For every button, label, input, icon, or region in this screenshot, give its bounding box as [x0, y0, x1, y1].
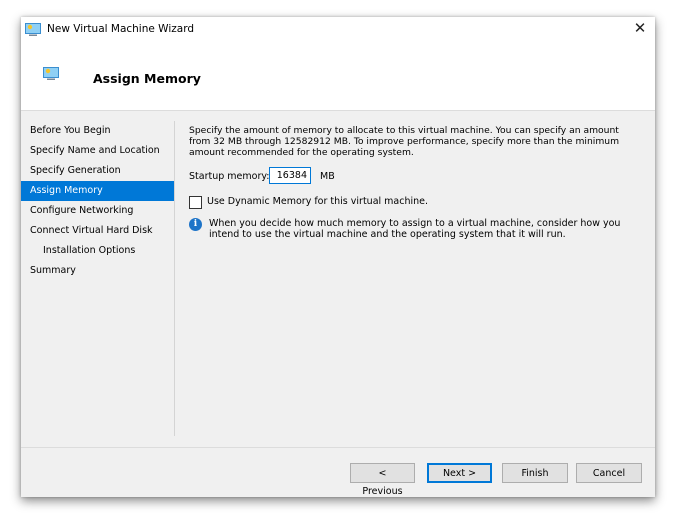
virtual-machine-icon	[25, 23, 41, 36]
info-icon: i	[189, 218, 202, 231]
nav-step-assign-memory[interactable]: Assign Memory	[21, 181, 174, 201]
nav-step-connect-virtual-hard-disk[interactable]: Connect Virtual Hard Disk	[21, 221, 174, 241]
description-text: Specify the amount of memory to allocate…	[189, 125, 620, 158]
window-title: New Virtual Machine Wizard	[47, 23, 194, 35]
wizard-steps-nav: Before You Begin Specify Name and Locati…	[21, 121, 174, 281]
startup-memory-unit: MB	[320, 171, 335, 182]
title-bar: New Virtual Machine Wizard ✕	[21, 17, 655, 45]
nav-separator	[174, 121, 175, 436]
close-icon: ✕	[633, 19, 647, 37]
nav-step-specify-generation[interactable]: Specify Generation	[21, 161, 174, 181]
dynamic-memory-row: Use Dynamic Memory for this virtual mach…	[189, 195, 639, 211]
dynamic-memory-label[interactable]: Use Dynamic Memory for this virtual mach…	[207, 196, 428, 207]
nav-step-specify-name-and-location[interactable]: Specify Name and Location	[21, 141, 174, 161]
close-button[interactable]: ✕	[625, 17, 655, 41]
virtual-machine-icon	[43, 67, 59, 80]
cancel-button[interactable]: Cancel	[576, 463, 642, 483]
nav-step-summary[interactable]: Summary	[21, 261, 174, 281]
page-header: Assign Memory	[21, 45, 655, 111]
nav-step-installation-options[interactable]: Installation Options	[21, 241, 174, 261]
previous-button[interactable]: < Previous	[350, 463, 415, 497]
info-text: When you decide how much memory to assig…	[209, 218, 621, 240]
info-row: i When you decide how much memory to ass…	[189, 218, 639, 244]
startup-memory-row: Startup memory: MB	[189, 167, 639, 187]
startup-memory-label: Startup memory:	[189, 171, 270, 182]
footer-separator	[21, 447, 655, 448]
finish-button[interactable]: Finish	[502, 463, 568, 483]
nav-step-before-you-begin[interactable]: Before You Begin	[21, 121, 174, 141]
page-title: Assign Memory	[93, 71, 201, 86]
startup-memory-input[interactable]	[269, 167, 311, 184]
dynamic-memory-checkbox[interactable]	[189, 196, 202, 209]
next-button[interactable]: Next >	[427, 463, 492, 483]
nav-step-configure-networking[interactable]: Configure Networking	[21, 201, 174, 221]
wizard-window: New Virtual Machine Wizard ✕ Assign Memo…	[21, 17, 655, 497]
content-panel: Specify the amount of memory to allocate…	[189, 125, 639, 244]
